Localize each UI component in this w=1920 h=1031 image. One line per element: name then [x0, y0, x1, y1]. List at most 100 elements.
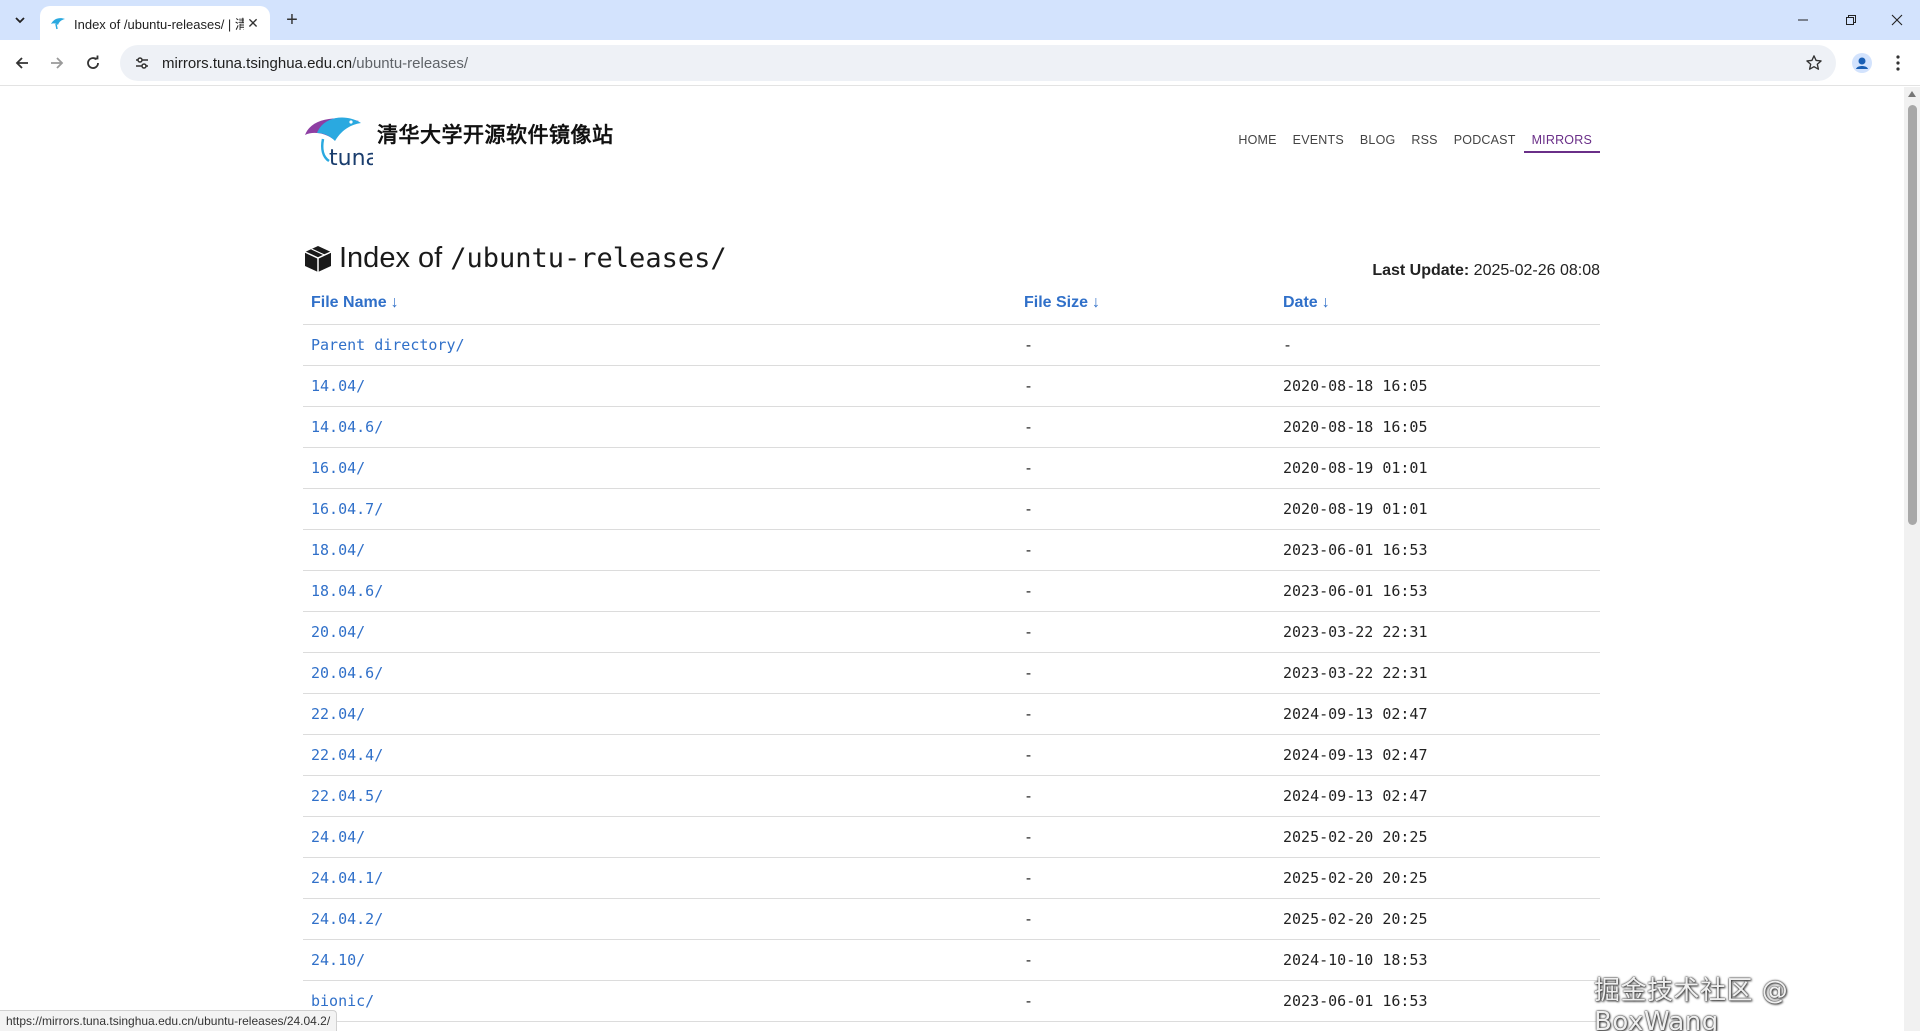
- last-update-value: 2025-02-26 08:08: [1469, 262, 1600, 279]
- scroll-up-arrow-icon[interactable]: [1908, 91, 1916, 97]
- file-size: -: [1016, 488, 1275, 530]
- table-row: 20.04/-2023-03-22 22:31: [303, 611, 1600, 653]
- nav-home[interactable]: HOME: [1230, 127, 1284, 153]
- link-status-bar: https://mirrors.tuna.tsinghua.edu.cn/ubu…: [0, 1010, 338, 1031]
- file-date: 2025-02-20 20:25: [1275, 898, 1600, 940]
- header-file-name: File Name: [311, 293, 387, 311]
- file-link[interactable]: 24.04.2/: [303, 898, 1016, 940]
- file-link[interactable]: 14.04/: [303, 365, 1016, 407]
- minimize-icon: [1798, 19, 1808, 21]
- table-row: 24.10/-2024-10-10 18:53: [303, 939, 1600, 981]
- new-tab-button[interactable]: +: [280, 8, 304, 32]
- back-button[interactable]: [8, 49, 36, 77]
- file-date: 2025-02-20 20:25: [1275, 816, 1600, 858]
- tab-close-icon[interactable]: ✕: [244, 14, 262, 32]
- file-size: -: [1016, 365, 1275, 407]
- file-link[interactable]: 16.04.7/: [303, 488, 1016, 530]
- star-icon: [1806, 55, 1822, 70]
- last-update: Last Update: 2025-02-26 08:08: [1372, 262, 1600, 280]
- file-size: -: [1016, 611, 1275, 653]
- page-title-prefix: Index of: [339, 242, 451, 274]
- tuna-fish-icon: tuna: [305, 117, 379, 171]
- url-text: mirrors.tuna.tsinghua.edu.cn/ubuntu-rele…: [162, 55, 468, 72]
- nav-mirrors[interactable]: MIRRORS: [1523, 127, 1600, 153]
- nav-events[interactable]: EVENTS: [1285, 127, 1352, 153]
- header-file-size: File Size: [1024, 293, 1089, 311]
- file-link[interactable]: 22.04/: [303, 693, 1016, 735]
- file-link[interactable]: 24.04.1/: [303, 857, 1016, 899]
- file-date: 2020-08-18 16:05: [1275, 406, 1600, 448]
- sort-arrow-icon: ↓: [390, 293, 399, 311]
- page-scrollbar[interactable]: [1904, 87, 1920, 1031]
- active-tab[interactable]: Index of /ubuntu-releases/ | 清华大学开源软件镜像站…: [40, 6, 270, 40]
- logo-text: tuna: [329, 146, 373, 169]
- file-link[interactable]: 24.10/: [303, 939, 1016, 981]
- table-row: 18.04.6/-2023-06-01 16:53: [303, 570, 1600, 612]
- address-bar[interactable]: mirrors.tuna.tsinghua.edu.cn/ubuntu-rele…: [120, 45, 1836, 81]
- file-link[interactable]: 24.04/: [303, 816, 1016, 858]
- table-row: 22.04.5/-2024-09-13 02:47: [303, 775, 1600, 817]
- table-row: 24.04/-2025-02-20 20:25: [303, 816, 1600, 858]
- tuna-favicon-icon: [50, 15, 66, 31]
- close-window-button[interactable]: [1874, 0, 1920, 40]
- table-row: 22.04/-2024-09-13 02:47: [303, 693, 1600, 735]
- file-link[interactable]: Parent directory/: [303, 324, 1016, 366]
- sort-arrow-icon: ↓: [1092, 293, 1101, 311]
- page-title-path: /ubuntu-releases/: [450, 243, 727, 274]
- sort-by-size[interactable]: File Size ↓: [1016, 282, 1275, 325]
- file-link[interactable]: 16.04/: [303, 447, 1016, 489]
- file-date: -: [1275, 324, 1600, 366]
- table-row: Parent directory/- -: [303, 324, 1600, 366]
- bookmark-star-button[interactable]: [1804, 53, 1824, 73]
- file-link[interactable]: 18.04/: [303, 529, 1016, 571]
- nav-blog[interactable]: BLOG: [1352, 127, 1404, 153]
- minimize-button[interactable]: [1780, 0, 1826, 40]
- file-date: 2024-09-13 02:47: [1275, 693, 1600, 735]
- header-date: Date: [1283, 293, 1318, 311]
- file-link[interactable]: 22.04.4/: [303, 734, 1016, 776]
- profile-button[interactable]: [1848, 49, 1876, 77]
- package-box-icon: [304, 245, 332, 272]
- nav-rss[interactable]: RSS: [1403, 127, 1445, 153]
- site-title[interactable]: 清华大学开源软件镜像站: [377, 119, 614, 149]
- forward-button[interactable]: [43, 49, 71, 77]
- browser-menu-button[interactable]: [1884, 49, 1912, 77]
- file-size: -: [1016, 857, 1275, 899]
- file-size: -: [1016, 816, 1275, 858]
- restore-icon: [1846, 15, 1856, 25]
- nav-podcast[interactable]: PODCAST: [1446, 127, 1524, 153]
- sort-by-name[interactable]: File Name ↓: [303, 282, 1016, 325]
- sort-arrow-icon: ↓: [1321, 293, 1330, 311]
- file-size: -: [1016, 980, 1275, 1022]
- file-link[interactable]: 20.04/: [303, 611, 1016, 653]
- file-link[interactable]: 18.04.6/: [303, 570, 1016, 612]
- file-date: 2023-06-01 16:53: [1275, 570, 1600, 612]
- file-date: 2025-02-20 20:25: [1275, 857, 1600, 899]
- tab-search-button[interactable]: [8, 8, 32, 32]
- sort-by-date[interactable]: Date ↓: [1275, 282, 1600, 325]
- forward-arrow-icon: [51, 57, 64, 69]
- tune-icon: [136, 57, 148, 69]
- file-size: -: [1016, 775, 1275, 817]
- table-row: bionic/-2023-06-01 16:53: [303, 980, 1600, 1022]
- table-row: 20.04.6/-2023-03-22 22:31: [303, 652, 1600, 694]
- file-date: 2020-08-19 01:01: [1275, 447, 1600, 489]
- file-link[interactable]: 14.04.6/: [303, 406, 1016, 448]
- file-size: -: [1016, 529, 1275, 571]
- page-viewport: tuna 清华大学开源软件镜像站 HOME EVENTS BLOG RSS PO…: [0, 87, 1904, 1031]
- file-link[interactable]: bionic/: [303, 980, 1016, 1022]
- restore-button[interactable]: [1828, 0, 1874, 40]
- index-heading: Index of /ubuntu-releases/: [303, 242, 727, 275]
- file-size: -: [1016, 324, 1275, 366]
- file-size: -: [1016, 734, 1275, 776]
- file-date: 2024-10-10 18:53: [1275, 939, 1600, 981]
- table-row: 24.04.1/-2025-02-20 20:25: [303, 857, 1600, 899]
- file-link[interactable]: 20.04.6/: [303, 652, 1016, 694]
- file-link[interactable]: 22.04.5/: [303, 775, 1016, 817]
- reload-button[interactable]: [79, 49, 107, 77]
- tuna-logo[interactable]: tuna: [303, 109, 379, 171]
- browser-tab-strip: Index of /ubuntu-releases/ | 清华大学开源软件镜像站…: [0, 0, 1920, 40]
- file-date: 2023-03-22 22:31: [1275, 652, 1600, 694]
- site-info-button[interactable]: [126, 49, 158, 77]
- scrollbar-thumb[interactable]: [1908, 105, 1917, 525]
